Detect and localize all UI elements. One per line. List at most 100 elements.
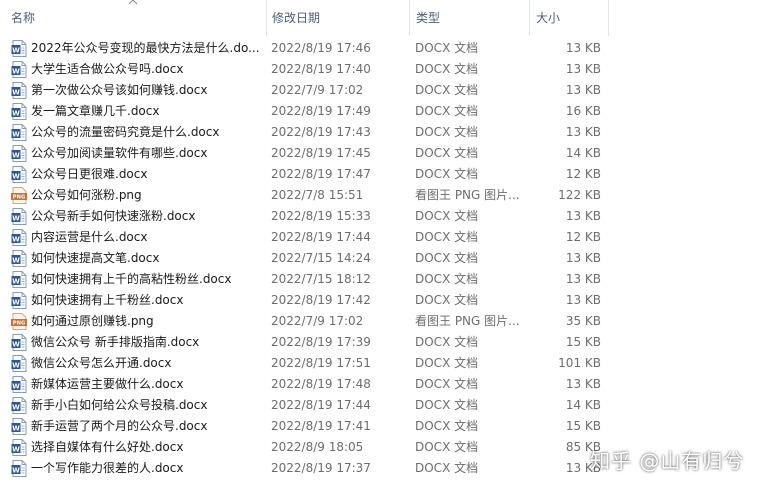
file-row[interactable]: W 发一篇文章赚几千.docx 2022/8/19 17:49 DOCX 文档 16 K… — [0, 101, 782, 122]
file-name: 2022年公众号变现的最快方法是什么.do... — [31, 41, 260, 55]
file-row[interactable]: PNG 如何通过原创赚钱.png 2022/7/9 17:02 看图王 PNG 图片.… — [0, 311, 782, 332]
watermark-text: 知乎 @山有归兮 — [590, 449, 745, 473]
file-date: 2022/7/8 15:51 — [271, 188, 364, 202]
file-type: DOCX 文档 — [415, 230, 479, 244]
svg-text:PNG: PNG — [13, 321, 25, 327]
file-name: 如何快速提高文笔.docx — [31, 251, 160, 265]
file-row[interactable]: W 大学生适合做公众号吗.docx 2022/8/19 17:40 DOCX 文档 13… — [0, 59, 782, 80]
file-size: 101 KB — [558, 356, 601, 370]
docx-icon: W — [11, 208, 27, 225]
file-name: 一个写作能力很差的人.docx — [31, 461, 184, 475]
file-date: 2022/8/19 17:37 — [271, 461, 371, 475]
file-date: 2022/8/19 17:39 — [271, 335, 371, 349]
file-name: 公众号日更很难.docx — [31, 167, 148, 181]
docx-icon: W — [11, 397, 27, 414]
file-date: 2022/8/19 17:43 — [271, 125, 371, 139]
file-type: DOCX 文档 — [415, 335, 479, 349]
column-header-size[interactable]: 大小 — [529, 0, 609, 36]
file-row[interactable]: W 微信公众号怎么开通.docx 2022/8/19 17:51 DOCX 文档 101… — [0, 353, 782, 374]
file-type: DOCX 文档 — [415, 104, 479, 118]
file-type: DOCX 文档 — [415, 83, 479, 97]
file-date: 2022/8/9 18:05 — [271, 440, 364, 454]
file-date: 2022/8/19 17:45 — [271, 146, 371, 160]
file-date: 2022/8/19 17:44 — [271, 398, 371, 412]
docx-icon: W — [11, 292, 27, 309]
docx-icon: W — [11, 166, 27, 183]
file-list: W 2022年公众号变现的最快方法是什么.do... 2022/8/19 17:46… — [0, 38, 782, 479]
file-size: 15 KB — [565, 335, 601, 349]
svg-text:W: W — [12, 340, 20, 348]
svg-text:W: W — [12, 277, 20, 285]
file-size: 122 KB — [558, 188, 601, 202]
file-type: DOCX 文档 — [415, 125, 479, 139]
file-size: 14 KB — [565, 146, 601, 160]
file-size: 13 KB — [565, 293, 601, 307]
file-row[interactable]: W 内容运营是什么.docx 2022/8/19 17:44 DOCX 文档 12 KB — [0, 227, 782, 248]
docx-icon: W — [11, 229, 27, 246]
column-header-type[interactable]: 类型 — [409, 0, 529, 36]
file-date: 2022/8/19 17:49 — [271, 104, 371, 118]
svg-text:W: W — [12, 235, 20, 243]
file-size: 13 KB — [565, 251, 601, 265]
column-header-date[interactable]: 修改日期 — [266, 0, 409, 36]
file-size: 35 KB — [565, 314, 601, 328]
file-row[interactable]: W 如何快速拥有上千粉丝.docx 2022/8/19 17:42 DOCX 文档 13… — [0, 290, 782, 311]
file-row[interactable]: W 微信公众号 新手排版指南.docx 2022/8/19 17:39 DOCX 文档… — [0, 332, 782, 353]
file-date: 2022/8/19 17:48 — [271, 377, 371, 391]
file-row[interactable]: PNG 公众号如何涨粉.png 2022/7/8 15:51 看图王 PNG 图片..… — [0, 185, 782, 206]
file-row[interactable]: W 新媒体运营主要做什么.docx 2022/8/19 17:48 DOCX 文档 13… — [0, 374, 782, 395]
file-name: 第一次做公众号该如何赚钱.docx — [31, 83, 208, 97]
file-type: DOCX 文档 — [415, 62, 479, 76]
file-size: 12 KB — [565, 230, 601, 244]
svg-text:W: W — [12, 466, 20, 474]
svg-text:W: W — [12, 298, 20, 306]
file-name: 公众号如何涨粉.png — [31, 188, 142, 202]
svg-text:W: W — [12, 130, 20, 138]
svg-text:W: W — [12, 151, 20, 159]
file-type: DOCX 文档 — [415, 377, 479, 391]
file-row[interactable]: W 2022年公众号变现的最快方法是什么.do... 2022/8/19 17:46… — [0, 38, 782, 59]
file-type: 看图王 PNG 图片... — [415, 188, 520, 202]
file-name: 新手运营了两个月的公众号.docx — [31, 419, 208, 433]
file-size: 13 KB — [565, 377, 601, 391]
docx-icon: W — [11, 124, 27, 141]
docx-icon: W — [11, 460, 27, 477]
file-row[interactable]: W 新手运营了两个月的公众号.docx 2022/8/19 17:41 DOCX 文档… — [0, 416, 782, 437]
file-type: DOCX 文档 — [415, 41, 479, 55]
docx-icon: W — [11, 376, 27, 393]
file-date: 2022/8/19 15:33 — [271, 209, 371, 223]
file-date: 2022/7/15 14:24 — [271, 251, 371, 265]
file-size: 13 KB — [565, 41, 601, 55]
file-size: 13 KB — [565, 62, 601, 76]
file-type: DOCX 文档 — [415, 356, 479, 370]
docx-icon: W — [11, 40, 27, 57]
file-row[interactable]: W 公众号的流量密码究竟是什么.docx 2022/8/19 17:43 DOCX 文… — [0, 122, 782, 143]
svg-text:W: W — [12, 361, 20, 369]
column-header-name[interactable]: 名称 — [9, 0, 264, 36]
file-name: 微信公众号 新手排版指南.docx — [31, 335, 200, 349]
svg-text:W: W — [12, 172, 20, 180]
docx-icon: W — [11, 145, 27, 162]
file-row[interactable]: W 第一次做公众号该如何赚钱.docx 2022/7/9 17:02 DOCX 文档 1… — [0, 80, 782, 101]
svg-text:W: W — [12, 382, 20, 390]
file-row[interactable]: W 如何快速提高文笔.docx 2022/7/15 14:24 DOCX 文档 13 K… — [0, 248, 782, 269]
file-size: 13 KB — [565, 272, 601, 286]
file-type: DOCX 文档 — [415, 167, 479, 181]
docx-icon: W — [11, 61, 27, 78]
file-row[interactable]: W 公众号新手如何快速涨粉.docx 2022/8/19 15:33 DOCX 文档 1… — [0, 206, 782, 227]
file-row[interactable]: W 公众号加阅读量软件有哪些.docx 2022/8/19 17:45 DOCX 文档… — [0, 143, 782, 164]
file-type: DOCX 文档 — [415, 209, 479, 223]
file-date: 2022/8/19 17:41 — [271, 419, 371, 433]
svg-text:W: W — [12, 109, 20, 117]
file-row[interactable]: W 公众号日更很难.docx 2022/8/19 17:47 DOCX 文档 12 KB — [0, 164, 782, 185]
docx-icon: W — [11, 103, 27, 120]
file-name: 新手小白如何给公众号投稿.docx — [31, 398, 208, 412]
docx-icon: W — [11, 250, 27, 267]
file-size: 15 KB — [565, 419, 601, 433]
file-row[interactable]: W 新手小白如何给公众号投稿.docx 2022/8/19 17:44 DOCX 文档… — [0, 395, 782, 416]
file-type: DOCX 文档 — [415, 293, 479, 307]
svg-text:W: W — [12, 256, 20, 264]
file-row[interactable]: W 如何快速拥有上千的高粘性粉丝.docx 2022/7/15 18:12 DOCX … — [0, 269, 782, 290]
file-date: 2022/7/9 17:02 — [271, 314, 364, 328]
file-size: 13 KB — [565, 83, 601, 97]
